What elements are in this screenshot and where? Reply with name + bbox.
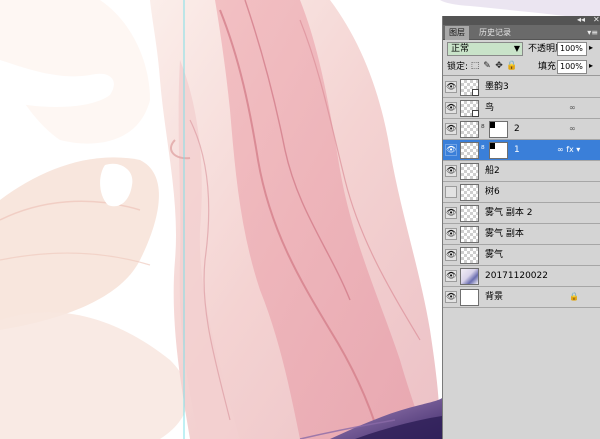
layer-row[interactable]: 👁 ⁸ 1 ∞ fx ▾ [443, 140, 600, 161]
lock-row: 锁定: ⬚ ✎ ✥ 🔒 填充: 100% ▸ [443, 58, 600, 76]
collapse-panel-icon[interactable]: ◂◂ [577, 15, 585, 25]
layer-row[interactable]: 树6 [443, 182, 600, 203]
fx-icon: ∞ fx ▾ [557, 145, 581, 154]
lock-icon: 🔒 [569, 292, 579, 301]
lock-transparent-pixels-icon[interactable]: ⬚ [470, 61, 480, 72]
layer-row[interactable]: 👁 墨韵3 [443, 77, 600, 98]
layer-name[interactable]: 1 [514, 144, 520, 156]
link-icon: ∞ [569, 103, 576, 112]
layer-list: 👁 墨韵3 👁 鸟 ∞ 👁 ⁸ 2 ∞ 👁 ⁸ 1 ∞ fx ▾ 👁 船2 树6 👁 雾气 副本 2 👁 雾气 副本 👁… [443, 77, 600, 308]
lock-position-icon[interactable]: ✥ [494, 61, 504, 72]
tab-layers[interactable]: 图层 [445, 26, 469, 40]
mask-link-icon[interactable]: ⁸ [481, 144, 485, 156]
layer-thumbnail[interactable] [460, 205, 479, 222]
visibility-toggle[interactable] [445, 186, 457, 198]
layer-row[interactable]: 👁 ⁸ 2 ∞ [443, 119, 600, 140]
eye-icon[interactable]: 👁 [445, 270, 457, 282]
eye-icon[interactable]: 👁 [445, 165, 457, 177]
layer-name[interactable]: 鸟 [485, 102, 494, 114]
layer-row[interactable]: 👁 雾气 副本 [443, 224, 600, 245]
link-icon: ∞ [569, 124, 576, 133]
eye-icon[interactable]: 👁 [445, 144, 457, 156]
fill-input[interactable]: 100% [557, 60, 587, 74]
layer-row[interactable]: 👁 雾气 副本 2 [443, 203, 600, 224]
layer-name[interactable]: 背景 [485, 291, 503, 303]
layer-row[interactable]: 👁 鸟 ∞ [443, 98, 600, 119]
layer-thumbnail[interactable] [460, 184, 479, 201]
layer-name[interactable]: 雾气 [485, 249, 503, 261]
lock-image-pixels-icon[interactable]: ✎ [482, 61, 492, 72]
layer-thumbnail[interactable] [460, 79, 479, 96]
opacity-input[interactable]: 100% [557, 42, 587, 56]
layer-row[interactable]: 👁 船2 [443, 161, 600, 182]
eye-icon[interactable]: 👁 [445, 228, 457, 240]
eye-icon[interactable]: 👁 [445, 249, 457, 261]
blend-mode-select[interactable]: 正常 ▼ [447, 42, 523, 56]
layer-mask-thumbnail[interactable] [489, 121, 508, 138]
eye-icon[interactable]: 👁 [445, 207, 457, 219]
smart-object-badge-icon [472, 89, 479, 96]
panel-title-bar[interactable]: ◂◂ ✕ [443, 15, 600, 25]
opacity-slider-arrow-icon[interactable]: ▸ [589, 43, 593, 52]
eye-icon[interactable]: 👁 [445, 123, 457, 135]
tab-history[interactable]: 历史记录 [475, 26, 515, 40]
layer-thumbnail[interactable] [460, 121, 479, 138]
smart-object-badge-icon [472, 110, 479, 117]
layer-row[interactable]: 👁 雾气 [443, 245, 600, 266]
blend-row: 正常 ▼ 不透明度: 100% ▸ [443, 40, 600, 58]
layer-thumbnail[interactable] [460, 100, 479, 117]
layer-row[interactable]: 👁 背景 🔒 [443, 287, 600, 308]
layer-name[interactable]: 雾气 副本 2 [485, 207, 532, 219]
layer-name[interactable]: 墨韵3 [485, 81, 509, 93]
layer-name[interactable]: 树6 [485, 186, 500, 198]
chevron-down-icon: ▼ [513, 44, 520, 53]
layer-name[interactable]: 20171120022 [485, 270, 548, 282]
eye-icon[interactable]: 👁 [445, 291, 457, 303]
fill-label: 填充: [538, 62, 560, 72]
lock-label: 锁定: [447, 62, 469, 72]
layer-name[interactable]: 雾气 副本 [485, 228, 524, 240]
panel-tab-bar: 图层 历史记录 ▾≡ [443, 25, 600, 40]
layer-thumbnail[interactable] [460, 163, 479, 180]
mask-link-icon[interactable]: ⁸ [481, 123, 485, 135]
layer-thumbnail[interactable] [460, 247, 479, 264]
layer-thumbnail[interactable] [460, 226, 479, 243]
layer-row[interactable]: 👁 20171120022 [443, 266, 600, 287]
eye-icon[interactable]: 👁 [445, 81, 457, 93]
lock-all-icon[interactable]: 🔒 [506, 61, 517, 72]
layer-name[interactable]: 船2 [485, 165, 500, 177]
layer-name[interactable]: 2 [514, 123, 520, 135]
close-panel-icon[interactable]: ✕ [593, 15, 600, 25]
fill-slider-arrow-icon[interactable]: ▸ [589, 61, 593, 70]
layer-thumbnail[interactable] [460, 268, 479, 285]
eye-icon[interactable]: 👁 [445, 102, 457, 114]
blend-mode-value: 正常 [451, 44, 470, 54]
panel-menu-icon[interactable]: ▾≡ [587, 26, 598, 40]
layers-panel: ◂◂ ✕ 图层 历史记录 ▾≡ 正常 ▼ 不透明度: 100% ▸ 锁定: ⬚ … [442, 15, 600, 439]
layer-thumbnail[interactable] [460, 289, 479, 306]
layer-thumbnail[interactable] [460, 142, 479, 159]
layer-mask-thumbnail[interactable] [489, 142, 508, 159]
